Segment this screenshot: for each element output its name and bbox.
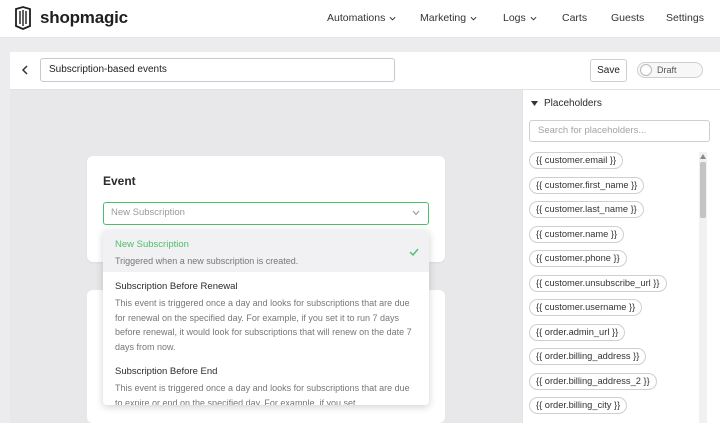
chevron-down-icon [470,16,477,21]
placeholders-heading: Placeholders [544,98,602,109]
toggle-knob [640,64,652,76]
option-description: Triggered when a new subscription is cre… [115,256,299,266]
placeholder-chip[interactable]: {{ order.billing_city }} [529,397,628,414]
nav-label: Logs [503,12,526,24]
nav-label: Guests [611,12,645,24]
placeholders-panel: Placeholders Search for placeholders... … [522,90,720,423]
scroll-up-icon[interactable] [700,154,706,159]
option-title: Subscription Before End [115,366,218,377]
page-gutter [0,38,720,52]
event-heading: Event [103,174,136,188]
chevron-down-icon [389,16,396,21]
back-arrow-icon[interactable] [18,63,32,77]
automation-title-input[interactable]: Subscription-based events [40,58,395,82]
check-icon [409,248,419,256]
placeholder-chip[interactable]: {{ order.billing_address_2 }} [529,372,657,390]
placeholder-chip[interactable]: {{ order.billing_address }} [529,348,647,365]
nav-label: Automations [327,12,386,24]
option-title: New Subscription [115,239,189,250]
nav-guests[interactable]: Guests [611,12,644,24]
placeholder-chip[interactable]: {{ customer.first_name }} [529,176,645,194]
nav-label: Carts [562,12,588,24]
event-dropdown-menu: New Subscription Triggered when a new su… [103,230,429,405]
chevron-down-icon [412,210,420,216]
chevron-down-icon [530,16,537,21]
nav-marketing[interactable]: Marketing [420,12,477,24]
nav-automations[interactable]: Automations [327,12,396,24]
placeholder-chip[interactable]: {{ customer.email }} [529,152,624,169]
logo[interactable]: shopmagic [12,6,128,30]
top-nav: shopmagic Automations Marketing Logs Car… [0,0,720,38]
app-name: shopmagic [40,8,128,27]
event-option-new-subscription[interactable]: New Subscription Triggered when a new su… [103,230,429,272]
nav-carts[interactable]: Carts [562,12,587,24]
placeholder-chip[interactable]: {{ customer.last_name }} [529,201,644,218]
placeholder-chip[interactable]: {{ customer.phone }} [529,250,627,267]
draft-label: Draft [657,65,677,75]
option-description: This event is triggered once a day and l… [115,383,410,405]
scroll-thumb[interactable] [700,162,706,218]
nav-label: Marketing [420,12,467,24]
placeholder-chip[interactable]: {{ customer.name }} [529,225,625,243]
event-select-placeholder: New Subscription [111,207,185,218]
placeholder-chip[interactable]: {{ order.admin_url }} [529,323,626,341]
event-option-before-end[interactable]: Subscription Before End This event is tr… [103,366,429,405]
caret-down-icon [531,100,538,106]
draft-toggle[interactable]: Draft [637,62,703,78]
editor-header: Subscription-based events Save Draft [10,52,720,90]
placeholders-toggle[interactable]: Placeholders [531,98,602,109]
placeholder-chip[interactable]: {{ customer.unsubscribe_url }} [529,274,667,292]
nav-label: Settings [666,12,704,24]
save-button[interactable]: Save [590,59,627,82]
option-description: This event is triggered once a day and l… [115,298,412,352]
option-title: Subscription Before Renewal [115,281,238,292]
placeholder-scrollbar[interactable] [699,152,707,423]
shopmagic-logo-icon [15,6,31,30]
placeholder-search-input[interactable]: Search for placeholders... [529,120,710,142]
nav-logs[interactable]: Logs [503,12,537,24]
event-select[interactable]: New Subscription [103,202,429,225]
event-option-before-renewal[interactable]: Subscription Before Renewal This event i… [103,281,429,363]
placeholder-chip[interactable]: {{ customer.username }} [529,299,643,316]
nav-settings[interactable]: Settings [666,12,704,24]
